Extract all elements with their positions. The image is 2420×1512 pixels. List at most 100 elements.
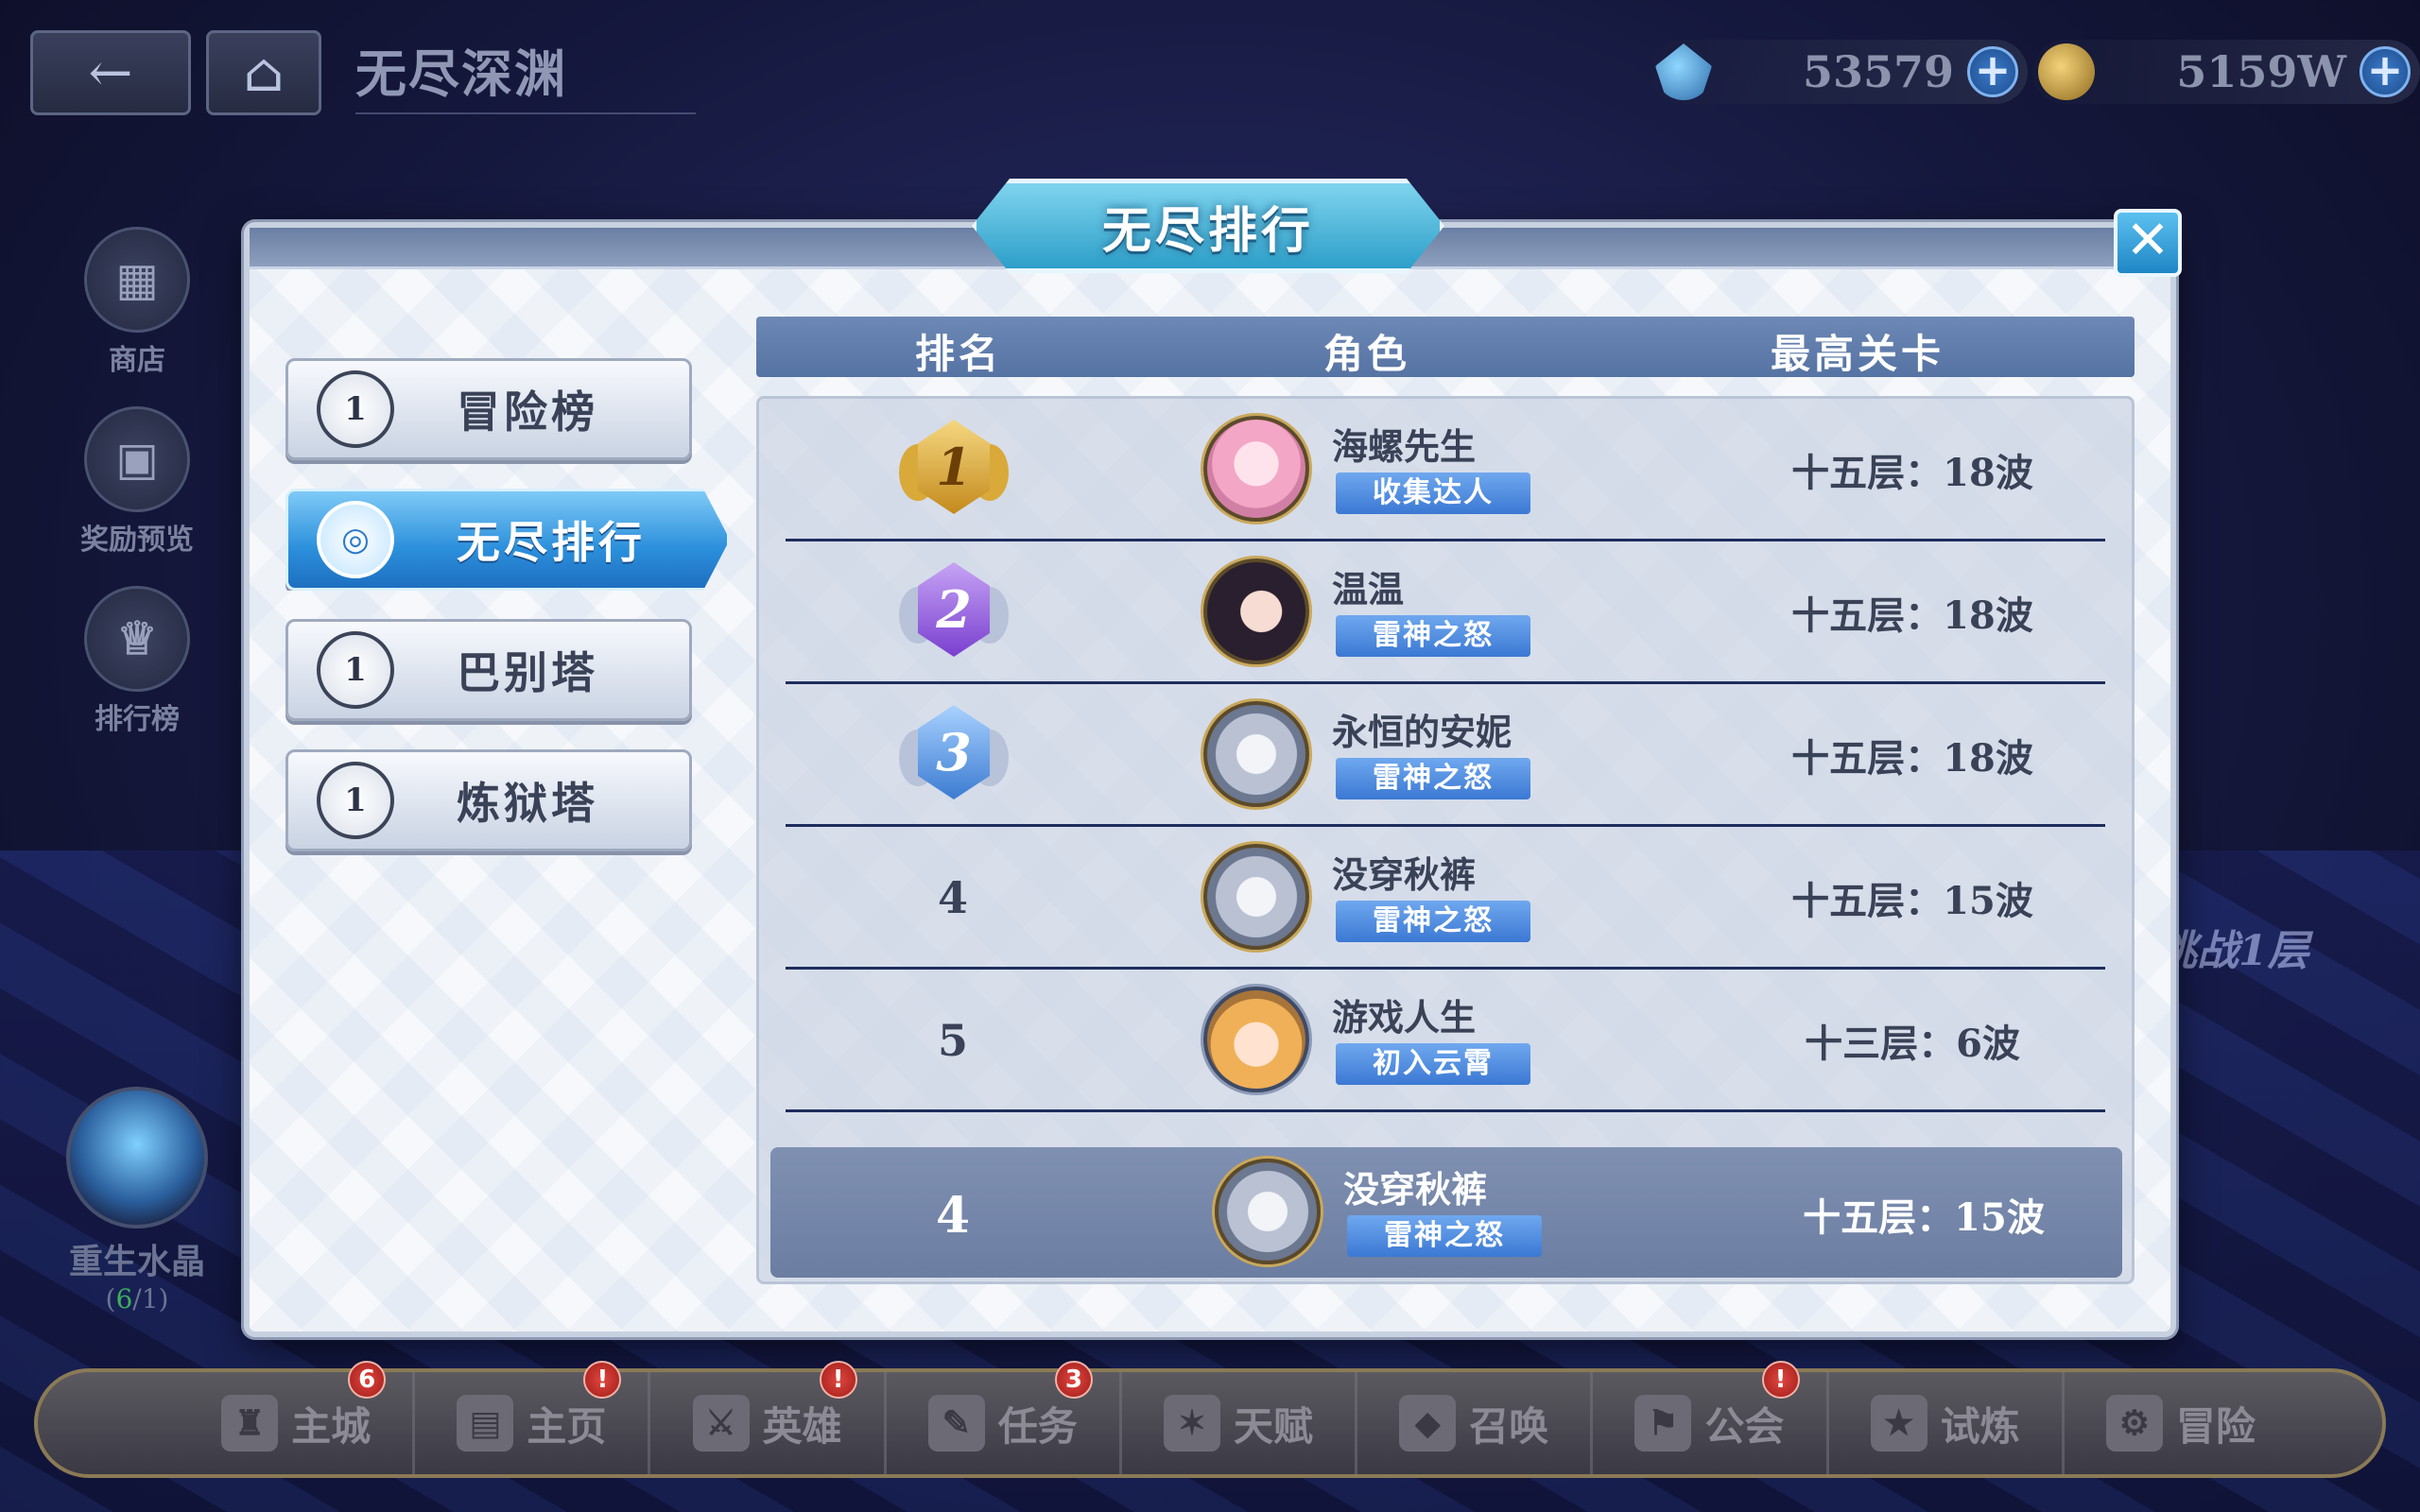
nav-guild[interactable]: ⚑ 公会 !: [1593, 1361, 1829, 1474]
side-leaderboard[interactable]: ♕ 排行榜: [66, 586, 208, 737]
panel-title: 无尽排行: [972, 179, 1444, 273]
nav-label: 公会: [1704, 1402, 1785, 1450]
table-row[interactable]: 2 温温 雷神之怒 十五层：18波: [759, 541, 2132, 684]
player-name: 温温: [1332, 568, 1405, 610]
challenge-floor-text: 挑战1层: [2155, 927, 2309, 975]
crystal-gem-icon: [1655, 43, 1712, 100]
highest-stage: 十五层：15波: [1791, 879, 2033, 923]
rebirth-crystal-label: 重生水晶: [68, 1242, 205, 1281]
summon-icon: ◆: [1399, 1395, 1457, 1452]
nav-label: 召唤: [1469, 1402, 1549, 1450]
rank-number: 5: [937, 1015, 968, 1066]
gold-amount: 5159W: [2176, 46, 2346, 97]
player-name: 没穿秋裤: [1332, 853, 1477, 896]
shield-rank-icon: 1: [317, 370, 394, 448]
table-row[interactable]: 4 没穿秋裤 雷神之怒 十五层：15波: [759, 827, 2132, 970]
side-reward-preview[interactable]: ▣ 奖励预览: [66, 406, 208, 558]
trial-icon: ★: [1870, 1395, 1927, 1452]
close-icon: ✕: [2125, 210, 2170, 271]
column-rank: 排名: [915, 331, 1003, 377]
quest-icon: ✎: [927, 1395, 985, 1452]
bottom-nav: ♜ 主城 6 ▤ 主页 ! ⚔ 英雄 ! ✎ 任务 3 ✶ 天赋 ◆ 召唤 ⚑ …: [34, 1361, 2386, 1478]
nav-summon[interactable]: ◆ 召唤: [1357, 1372, 1594, 1474]
tab-endless-rank[interactable]: ◎ 无尽排行: [285, 489, 730, 591]
tab-babel-tower[interactable]: 1 巴别塔: [285, 619, 692, 721]
table-row[interactable]: 1 海螺先生 收集达人 十五层：18波: [759, 399, 2132, 541]
nav-home-page[interactable]: ▤ 主页 !: [415, 1361, 651, 1474]
avatar[interactable]: [1203, 701, 1309, 807]
table-row[interactable]: 5 游戏人生 初入云霄 十三层：6波: [759, 970, 2132, 1112]
avatar[interactable]: [1203, 416, 1309, 522]
side-shop[interactable]: ▦ 商店: [66, 227, 208, 378]
castle-icon: ♜: [221, 1395, 279, 1452]
home-button[interactable]: ⌂: [206, 30, 321, 115]
nav-label: 英雄: [762, 1402, 842, 1450]
highest-stage: 十五层：18波: [1791, 593, 2033, 638]
gold-medal-icon: 1: [899, 416, 1009, 525]
column-role: 角色: [1323, 331, 1411, 377]
endless-ranking-panel: 无尽排行 ✕ 1 冒险榜 ◎ 无尽排行 1 巴别塔 1 炼狱塔 排名 角色 最高…: [244, 179, 2182, 1337]
tab-label: 冒险榜: [457, 387, 598, 438]
avatar[interactable]: [1203, 987, 1309, 1092]
shield-rank-icon: 1: [317, 762, 394, 839]
title-badge: 初入云霄: [1336, 1043, 1530, 1085]
nav-adventure[interactable]: ⚙ 冒险: [2065, 1372, 2297, 1474]
adventure-icon: ⚙: [2105, 1395, 2163, 1452]
nav-talent[interactable]: ✶ 天赋: [1122, 1372, 1358, 1474]
nav-quest[interactable]: ✎ 任务 3: [887, 1361, 1122, 1474]
notification-badge: !: [583, 1361, 622, 1399]
player-name: 永恒的安妮: [1332, 711, 1512, 753]
table-row[interactable]: 3 永恒的安妮 雷神之怒 十五层：18波: [759, 684, 2132, 827]
nav-label: 天赋: [1233, 1402, 1313, 1450]
notification-badge: 3: [1054, 1361, 1093, 1399]
avatar[interactable]: [1203, 558, 1309, 664]
nav-label: 冒险: [2175, 1402, 2256, 1450]
nav-label: 试炼: [1940, 1402, 2020, 1450]
home-page-icon: ▤: [457, 1395, 514, 1452]
ranking-list[interactable]: 1 海螺先生 收集达人 十五层：18波 2 温温 雷神之怒 十五层：18波 3: [756, 396, 2135, 1284]
nav-label: 主页: [527, 1402, 607, 1450]
back-button[interactable]: ←: [30, 30, 191, 115]
guild-icon: ⚑: [1634, 1395, 1692, 1452]
player-name: 海螺先生: [1332, 425, 1477, 468]
vortex-icon: ◎: [317, 501, 394, 578]
home-icon: ⌂: [243, 42, 285, 104]
highest-stage: 十五层：18波: [1791, 736, 2033, 781]
close-button[interactable]: ✕: [2114, 209, 2182, 277]
my-title-badge: 雷神之怒: [1347, 1215, 1542, 1257]
my-avatar[interactable]: [1215, 1159, 1321, 1264]
highest-stage: 十五层：18波: [1791, 451, 2033, 495]
shop-icon: ▦: [84, 227, 190, 333]
notification-badge: !: [819, 1361, 857, 1399]
nav-hero[interactable]: ⚔ 英雄 !: [650, 1361, 887, 1474]
hero-icon: ⚔: [692, 1395, 750, 1452]
leaderboard-crown-icon: ♕: [84, 586, 190, 692]
rank-number: 4: [937, 872, 968, 923]
nav-main-city[interactable]: ♜ 主城 6: [180, 1361, 416, 1474]
side-shop-label: 商店: [109, 344, 165, 377]
highest-stage: 十三层：6波: [1805, 1022, 2020, 1066]
add-gem-button[interactable]: +: [1967, 46, 2018, 97]
my-player-name: 没穿秋裤: [1343, 1168, 1488, 1211]
tab-purgatory-tower[interactable]: 1 炼狱塔: [285, 749, 692, 851]
purple-medal-icon: 2: [899, 558, 1009, 668]
rebirth-crystal[interactable]: 重生水晶 (6/1): [57, 1087, 217, 1314]
gold-coin-icon: [2038, 43, 2095, 100]
tab-adventure-rank[interactable]: 1 冒险榜: [285, 358, 692, 460]
rebirth-crystal-count: (6/1): [105, 1283, 169, 1314]
shield-rank-icon: 1: [317, 631, 394, 709]
my-rank-row: 4 没穿秋裤 雷神之怒 十五层：15波: [770, 1147, 2122, 1278]
my-rank-number: 4: [935, 1187, 971, 1245]
gem-currency: 53579 +: [1650, 40, 2028, 104]
notification-badge: 6: [348, 1361, 387, 1399]
arrow-left-icon: ←: [88, 42, 133, 104]
tab-label: 巴别塔: [457, 647, 598, 698]
talent-icon: ✶: [1163, 1395, 1220, 1452]
title-badge: 收集达人: [1336, 472, 1530, 514]
nav-trial[interactable]: ★ 试炼: [1829, 1372, 2065, 1474]
row-divider: [786, 1109, 2105, 1112]
nav-label: 任务: [997, 1402, 1078, 1450]
ranking-table-header: 排名 角色 最高关卡: [756, 317, 2135, 377]
avatar[interactable]: [1203, 844, 1309, 950]
add-gold-button[interactable]: +: [2360, 46, 2411, 97]
